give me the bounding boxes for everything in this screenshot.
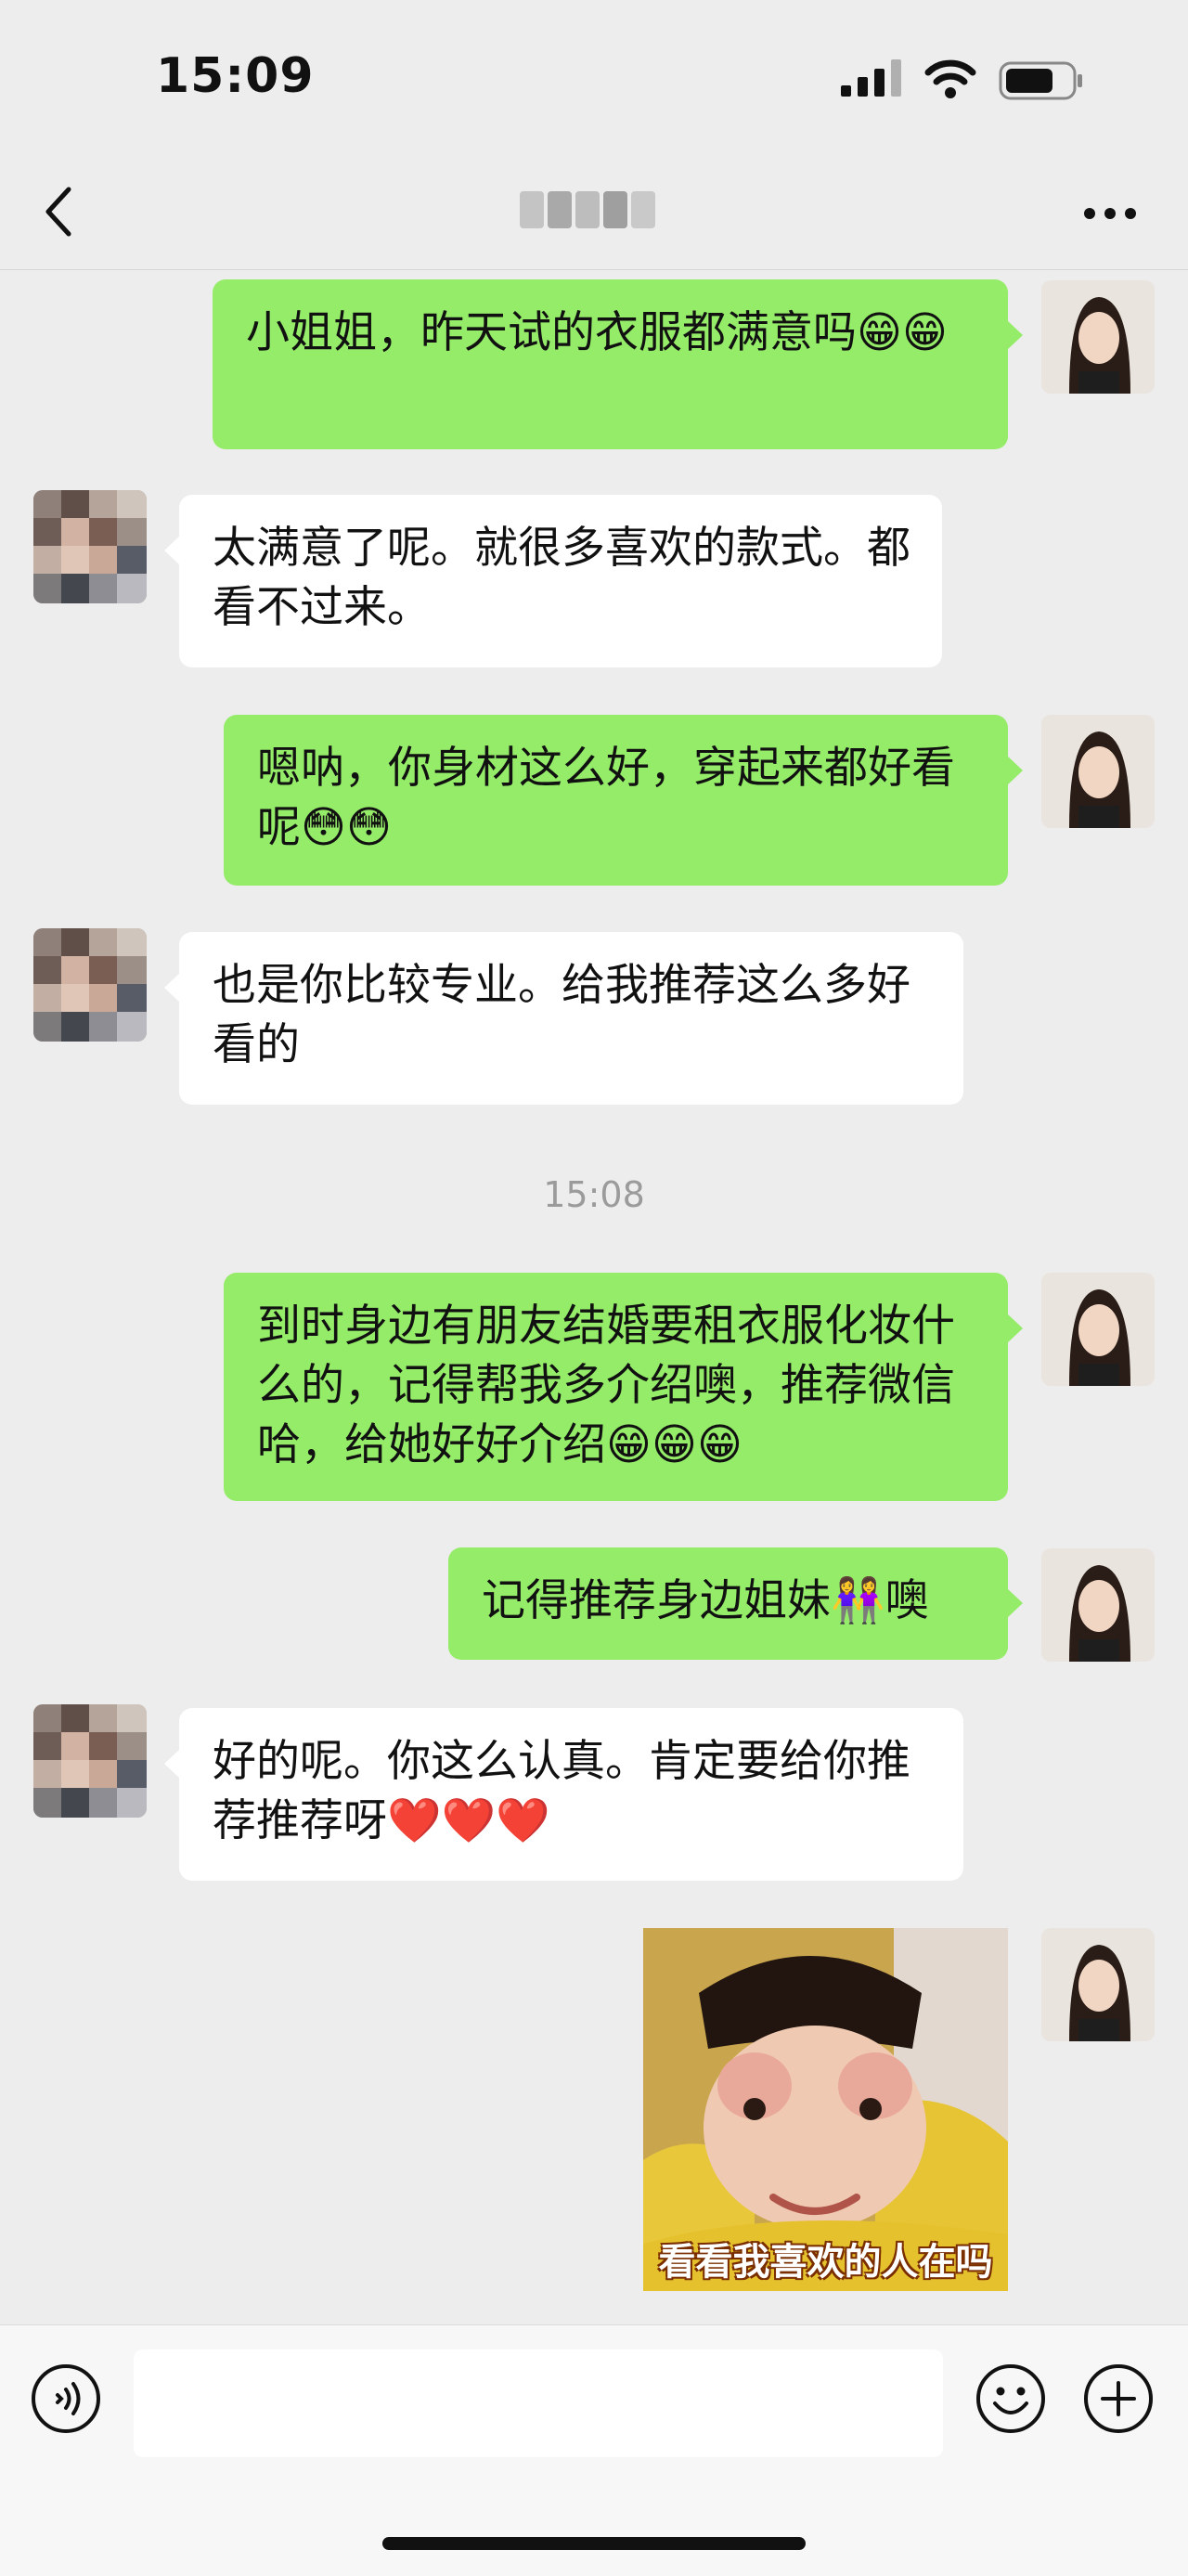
message-text: 好的呢。你这么认真。肯定要给你推荐推荐呀❤️❤️❤️	[213, 1736, 910, 1846]
self-avatar[interactable]	[1041, 1928, 1155, 2041]
message-input[interactable]	[134, 2349, 943, 2457]
wifi-icon	[924, 59, 976, 98]
self-avatar[interactable]	[1041, 715, 1155, 828]
status-bar: 15:09	[0, 0, 1188, 158]
message-text: 小姐姐，昨天试的衣服都满意吗😁😁	[246, 307, 948, 358]
message-text: 到时身边有朋友结婚要租衣服化妆什么的，记得帮我多介绍噢，推荐微信哈，给她好好介绍…	[257, 1301, 955, 1470]
cellular-signal-icon	[841, 59, 901, 97]
chat-header	[0, 158, 1188, 270]
message-text: 记得推荐身边姐妹👭噢	[482, 1575, 929, 1626]
more-icon[interactable]	[1080, 202, 1140, 225]
chat-timestamp: 15:08	[543, 1174, 645, 1215]
self-avatar[interactable]	[1041, 1548, 1155, 1662]
message-bubble-received[interactable]: 好的呢。你这么认真。肯定要给你推荐推荐呀❤️❤️❤️	[164, 1708, 963, 1881]
contact-avatar-pixelated[interactable]	[33, 928, 147, 1042]
chevron-left-icon[interactable]	[39, 182, 80, 241]
sticker-caption: 看看我喜欢的人在吗	[658, 2241, 993, 2284]
status-time: 15:09	[156, 48, 315, 104]
contact-avatar-pixelated[interactable]	[33, 1704, 147, 1818]
message-bubble-received[interactable]: 太满意了呢。就很多喜欢的款式。都看不过来。	[164, 495, 942, 667]
plus-icon[interactable]	[1082, 2362, 1155, 2435]
message-bubble-received[interactable]: 也是你比较专业。给我推荐这么多好看的	[164, 932, 963, 1105]
home-indicator	[382, 2537, 806, 2550]
contact-avatar-pixelated[interactable]	[33, 490, 147, 603]
battery-icon	[999, 61, 1082, 100]
message-bubble-sent[interactable]: 小姐姐，昨天试的衣服都满意吗😁😁	[213, 279, 1023, 449]
voice-icon[interactable]	[30, 2362, 102, 2435]
chat-title-blurred	[520, 191, 668, 239]
emoji-icon[interactable]	[975, 2362, 1047, 2435]
message-bubble-sent[interactable]: 记得推荐身边姐妹👭噢	[448, 1547, 1023, 1660]
message-bubble-sent[interactable]: 到时身边有朋友结婚要租衣服化妆什么的，记得帮我多介绍噢，推荐微信哈，给她好好介绍…	[224, 1273, 1023, 1501]
message-text: 太满意了呢。就很多喜欢的款式。都看不过来。	[213, 523, 910, 633]
message-bubble-sent[interactable]: 嗯呐，你身材这么好，穿起来都好看呢😳😳	[224, 715, 1023, 886]
sticker-message[interactable]: 看看我喜欢的人在吗	[643, 1928, 1008, 2291]
message-text: 嗯呐，你身材这么好，穿起来都好看呢😳😳	[257, 743, 955, 853]
self-avatar[interactable]	[1041, 280, 1155, 394]
self-avatar[interactable]	[1041, 1273, 1155, 1386]
message-text: 也是你比较专业。给我推荐这么多好看的	[213, 960, 910, 1070]
